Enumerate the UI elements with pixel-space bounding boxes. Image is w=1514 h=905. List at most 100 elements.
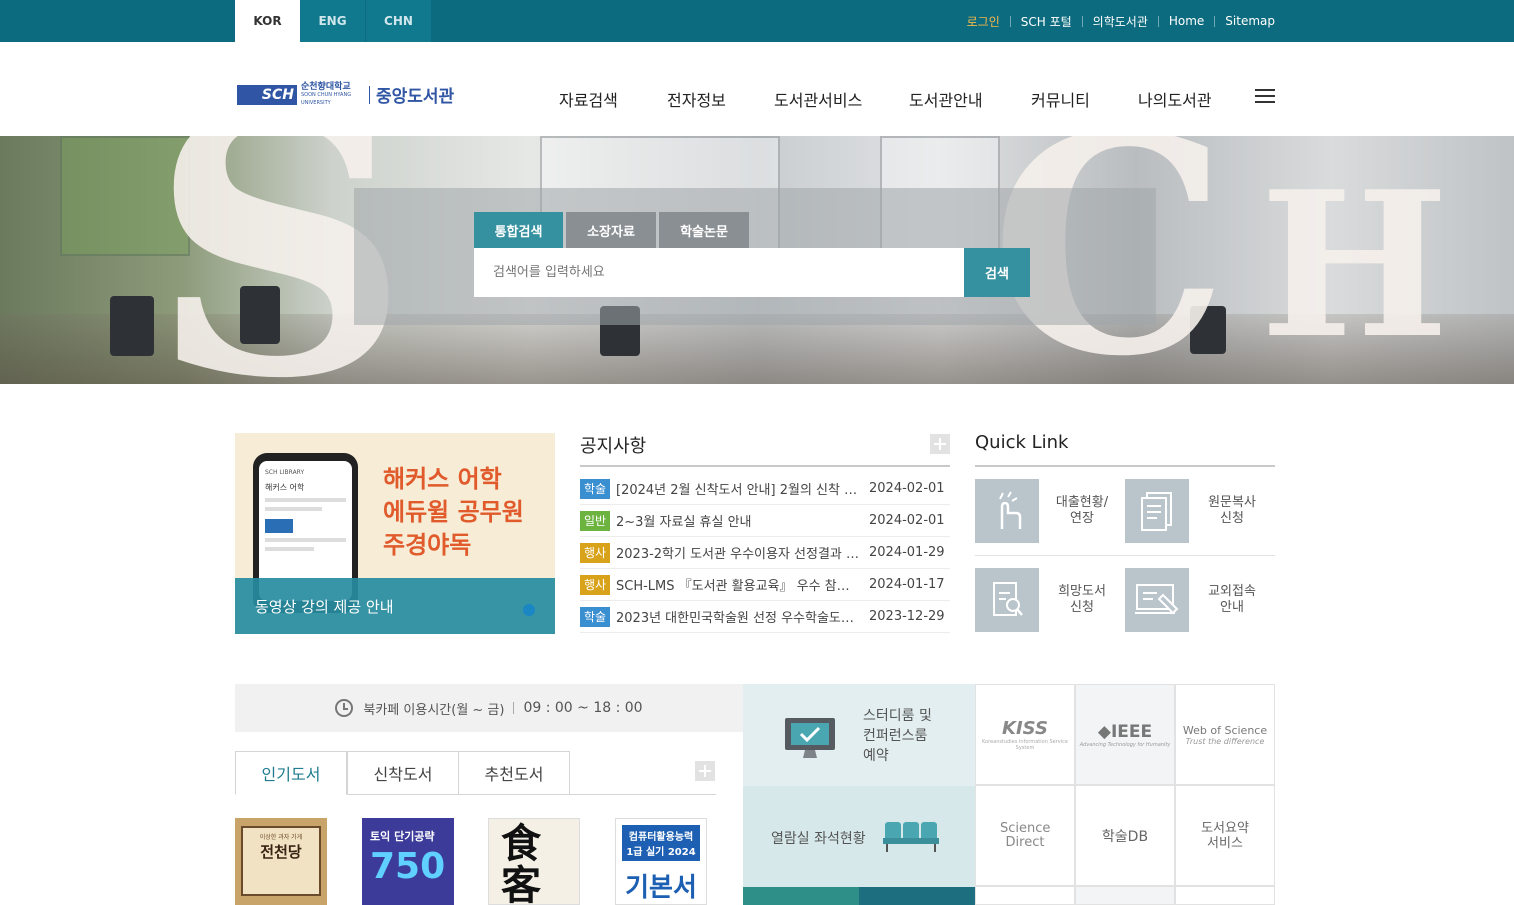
hand-touch-icon[interactable]	[975, 479, 1039, 543]
home-link[interactable]: Home	[1159, 14, 1214, 28]
sitemap-link[interactable]: Sitemap	[1215, 14, 1275, 28]
tab-popular-books[interactable]: 인기도서	[235, 751, 347, 795]
banner-caption[interactable]: 동영상 강의 제공 안내	[235, 578, 555, 634]
banner-title-line: 주경야독	[383, 531, 472, 559]
notice-item-title[interactable]: [2024년 2월 신착도서 안내] 2월의 신착 도서	[616, 479, 860, 498]
nav-search[interactable]: 자료검색	[559, 87, 618, 111]
lang-chn-button[interactable]: CHN	[366, 0, 431, 42]
logo-divider	[369, 85, 370, 104]
web-of-science-link[interactable]: Web of Science Trust the difference	[1175, 684, 1275, 785]
phone-heading: 해커스 어학	[265, 483, 305, 492]
nav-services[interactable]: 도서관서비스	[774, 87, 862, 111]
quick-link-label-line: 신청	[1220, 511, 1244, 526]
hero-search-area: S C H 통합검색 소장자료 학술논문 검색	[0, 136, 1514, 384]
lang-eng-button[interactable]: ENG	[300, 0, 365, 42]
notice-item-date: 2024-01-17	[869, 577, 945, 592]
notice-item[interactable]: 학술 2023년 대한민국학술원 선정 우수학술도서 안내 2023-12-29	[580, 601, 950, 633]
notice-tag-badge: 학술	[580, 606, 610, 627]
tab-recommended-books[interactable]: 추천도서	[458, 751, 570, 795]
nav-my-library[interactable]: 나의도서관	[1138, 87, 1212, 111]
banner-title-line: 에듀윌 공무원	[383, 498, 524, 526]
document-copy-icon[interactable]	[1125, 479, 1189, 543]
books-more-plus-icon[interactable]	[695, 761, 715, 781]
remote-access-icon[interactable]	[1125, 568, 1189, 632]
tab-holdings[interactable]: 소장자료	[566, 212, 656, 248]
quick-link-label[interactable]: 원문복사 신청	[1189, 495, 1275, 527]
study-room-label: 스터디룸 및 컨퍼런스룸 예약	[863, 706, 932, 766]
quick-link-title: Quick Link	[975, 432, 1069, 453]
top-utility-bar: KOR ENG CHN 로그인 SCH 포털 의학도서관 Home Sitema…	[0, 0, 1514, 42]
nav-e-resources[interactable]: 전자정보	[667, 87, 726, 111]
hamburger-icon[interactable]	[1255, 89, 1275, 105]
notice-item-date: 2024-02-01	[869, 481, 945, 496]
book-summary-link[interactable]: 도서요약 서비스	[1175, 785, 1275, 886]
ieee-link[interactable]: ◆IEEE Advancing Technology for Humanity	[1075, 684, 1175, 785]
study-room-label-line: 예약	[863, 748, 889, 764]
placeholder-block	[265, 519, 293, 533]
service-tile[interactable]	[975, 886, 1075, 905]
book-cafe-label: 북카페 이용시간(월 ~ 금)	[363, 702, 505, 718]
quick-link-label-line: 교외접속	[1208, 584, 1256, 599]
slide-indicator-dot[interactable]	[523, 604, 535, 616]
site-header: SCH 순천향대학교 SOON CHUN HYANG UNIVERSITY 중앙…	[0, 42, 1514, 136]
service-tile[interactable]	[1175, 886, 1275, 905]
quick-link-label[interactable]: 교외접속 안내	[1189, 584, 1275, 616]
reading-room-seat-status[interactable]: 열람실 좌석현황	[743, 786, 975, 887]
tab-articles[interactable]: 학술논문	[659, 212, 749, 248]
search-button[interactable]: 검색	[964, 248, 1030, 297]
book-cover[interactable]: 컴퓨터활용능력 1급 실기 2024 기본서	[615, 818, 707, 905]
service-tile[interactable]	[859, 887, 975, 905]
sch-letter-h: H	[1260, 148, 1449, 383]
divider	[513, 702, 515, 714]
book-cafe-hours: 북카페 이용시간(월 ~ 금) 09 : 00 ~ 18 : 00	[235, 684, 743, 732]
notice-tag-badge: 일반	[580, 510, 610, 531]
notice-item-title[interactable]: 2~3월 자료실 휴실 안내	[616, 511, 860, 530]
service-tile[interactable]	[1075, 886, 1175, 905]
sch-logo-mark: SCH	[237, 84, 297, 105]
notice-tag-badge: 행사	[580, 542, 610, 563]
notice-item-title[interactable]: 2023년 대한민국학술원 선정 우수학술도서 안내	[616, 607, 860, 626]
clock-icon	[335, 699, 354, 717]
nav-community[interactable]: 커뮤니티	[1031, 87, 1090, 111]
db-name: Web of Science	[1182, 723, 1268, 737]
notice-item[interactable]: 행사 2023-2학기 도서관 우수이용자 선정결과 안내 2024-01-29	[580, 537, 950, 569]
notice-item[interactable]: 일반 2~3월 자료실 휴실 안내 2024-02-01	[580, 505, 950, 537]
sch-portal-link[interactable]: SCH 포털	[1011, 13, 1082, 30]
db-name: Science Direct	[1000, 820, 1051, 850]
notice-item-title[interactable]: 2023-2학기 도서관 우수이용자 선정결과 안내	[616, 543, 860, 562]
notice-item-title[interactable]: SCH-LMS 『도서관 활용교육』 우수 참여자 안내	[616, 575, 860, 594]
book-cover[interactable]: 이상한 과자 가게 전천당	[235, 818, 327, 905]
study-room-reservation[interactable]: 스터디룸 및 컨퍼런스룸 예약	[743, 684, 975, 786]
kiss-link[interactable]: KISS Koreanstudies Information Service S…	[975, 684, 1075, 785]
login-link[interactable]: 로그인	[957, 13, 1010, 30]
document-search-icon[interactable]	[975, 568, 1039, 632]
book-title: 전천당	[260, 843, 302, 861]
book-title: 750	[370, 846, 446, 887]
book-subtitle: 컴퓨터활용능력 1급 실기 2024	[622, 825, 700, 861]
search-input[interactable]	[474, 248, 964, 297]
db-subtitle: Trust the difference	[1185, 736, 1265, 746]
study-room-label-line: 스터디룸 및	[863, 708, 932, 724]
academic-db-link[interactable]: 학술DB	[1075, 785, 1175, 886]
nav-about[interactable]: 도서관안내	[909, 87, 983, 111]
quick-link-label[interactable]: 대출현황/ 연장	[1039, 495, 1125, 527]
service-tile[interactable]	[743, 887, 859, 905]
notice-item[interactable]: 학술 [2024년 2월 신착도서 안내] 2월의 신착 도서 2024-02-…	[580, 473, 950, 505]
book-cover[interactable]: 토익 단기공략 750	[362, 818, 454, 905]
tab-new-books[interactable]: 신착도서	[347, 751, 459, 795]
notice-more-plus-icon[interactable]	[930, 434, 950, 454]
notice-item[interactable]: 행사 SCH-LMS 『도서관 활용교육』 우수 참여자 안내 2024-01-…	[580, 569, 950, 601]
placeholder-bar	[265, 498, 346, 502]
science-direct-link[interactable]: Science Direct	[975, 785, 1075, 886]
quick-link-label[interactable]: 희망도서 신청	[1039, 584, 1125, 616]
medical-library-link[interactable]: 의학도서관	[1083, 13, 1158, 30]
monitor-check-icon	[785, 718, 835, 758]
tab-integrated-search[interactable]: 통합검색	[474, 212, 563, 248]
quick-link-label-line: 신청	[1070, 600, 1094, 615]
promo-banner[interactable]: SCH LIBRARY 해커스 어학 해커스 어학 에듀윌 공무원 주경야독 동…	[235, 433, 555, 634]
library-logo[interactable]: SCH 순천향대학교 SOON CHUN HYANG UNIVERSITY 중앙…	[237, 82, 454, 107]
book-cover[interactable]: 食客	[488, 818, 580, 905]
lang-kor-button[interactable]: KOR	[235, 0, 300, 42]
db-name: 도서요약 서비스	[1201, 820, 1249, 851]
db-name: 학술DB	[1101, 828, 1149, 845]
